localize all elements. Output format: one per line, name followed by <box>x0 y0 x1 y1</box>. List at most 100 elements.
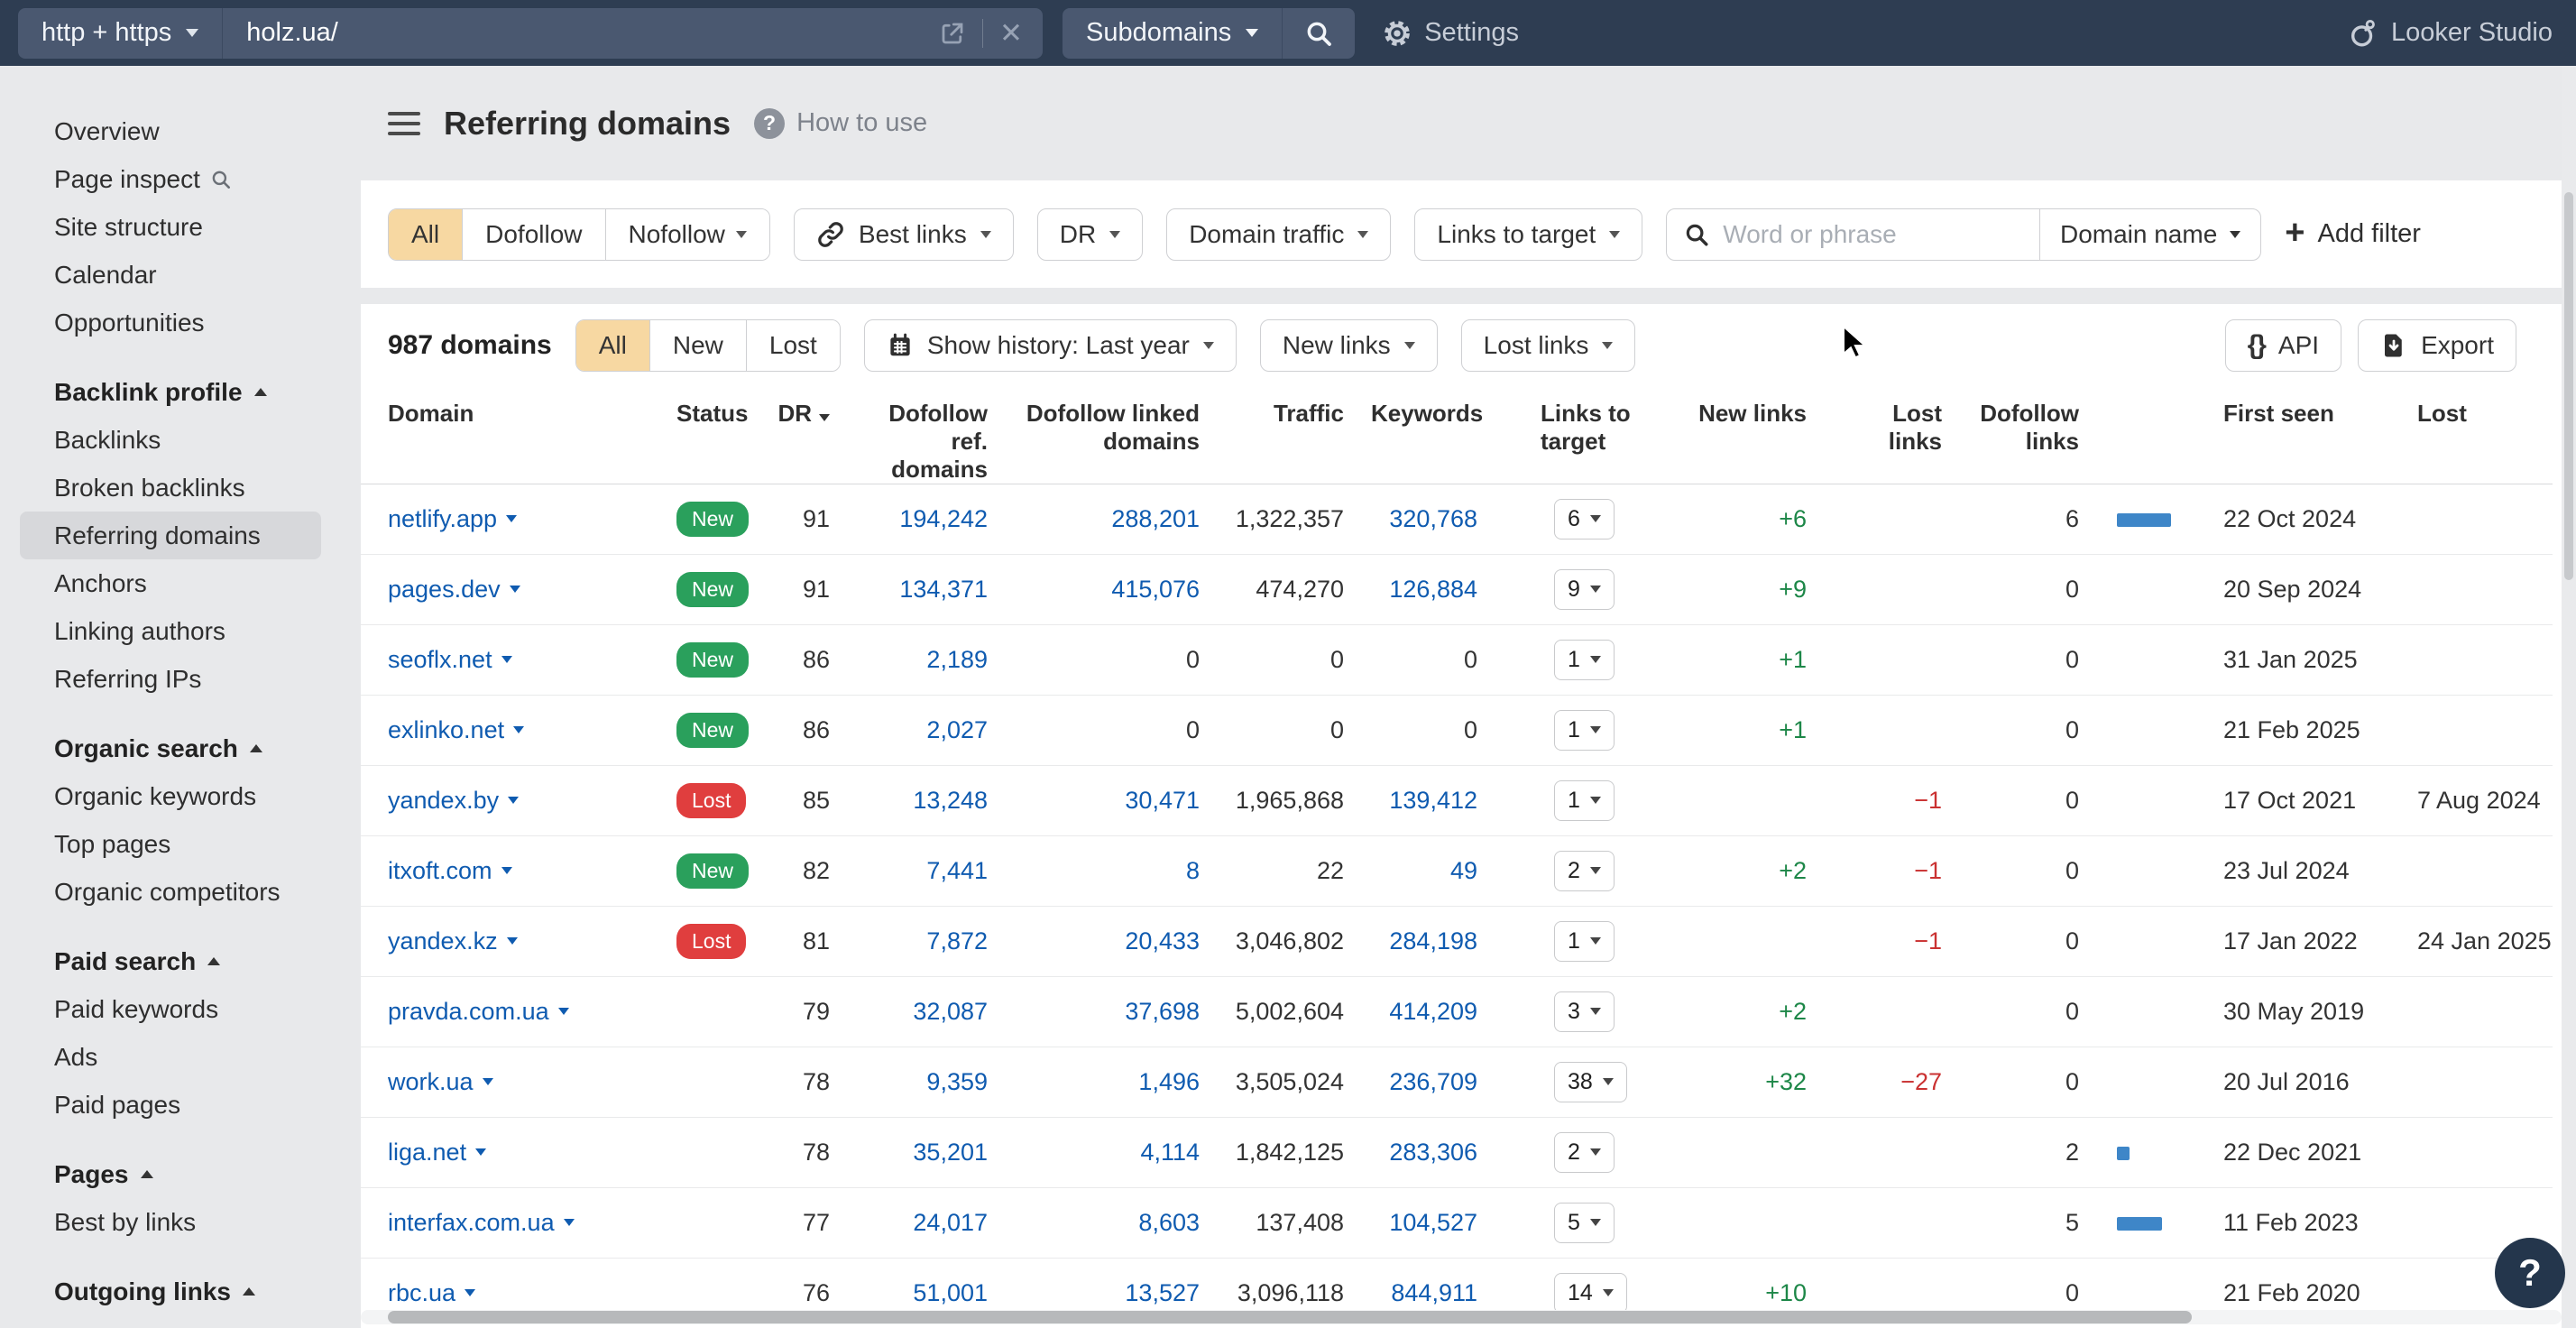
sidebar-item-ads[interactable]: Ads <box>0 1033 361 1081</box>
sidebar-item-page-inspect[interactable]: Page inspect <box>0 155 361 203</box>
sidebar-item-organic-competitors[interactable]: Organic competitors <box>0 868 361 916</box>
column-header-lostdate[interactable]: Lost <box>2399 383 2553 484</box>
links-to-target-select[interactable]: 5 <box>1554 1203 1615 1243</box>
dr-filter[interactable]: DR <box>1037 208 1143 261</box>
how-to-use-link[interactable]: ? How to use <box>754 108 927 139</box>
sidebar-item-linked-domains[interactable]: Linked domains <box>0 1315 361 1328</box>
domain-link[interactable]: yandex.kz <box>388 927 518 955</box>
dofollow-linked-domains-value[interactable]: 13,527 <box>1125 1279 1200 1306</box>
sidebar-item-referring-domains[interactable]: Referring domains <box>20 512 321 559</box>
dofollow-linked-domains-value[interactable]: 30,471 <box>1125 787 1200 814</box>
sidebar-section-pages[interactable]: Pages <box>0 1150 361 1198</box>
dofollow-linked-domains-value[interactable]: 1,496 <box>1138 1068 1200 1095</box>
show-history-dropdown[interactable]: Show history: Last year <box>864 319 1237 372</box>
looker-studio-link[interactable]: Looker Studio <box>2348 18 2553 49</box>
domain-link[interactable]: rbc.ua <box>388 1279 475 1307</box>
sidebar-item-paid-pages[interactable]: Paid pages <box>0 1081 361 1129</box>
status-all[interactable]: All <box>576 320 649 371</box>
dofollow-ref-domains-link[interactable]: 2,189 <box>926 646 988 673</box>
domain-link[interactable]: netlify.app <box>388 505 517 533</box>
domain-link[interactable]: pages.dev <box>388 576 520 604</box>
dofollow-linked-domains-value[interactable]: 415,076 <box>1111 576 1200 603</box>
keywords-value[interactable]: 284,198 <box>1389 927 1477 954</box>
column-header-traffic[interactable]: Traffic <box>1227 383 1371 484</box>
column-header-new[interactable]: New links <box>1689 383 1834 484</box>
links-to-target-select[interactable]: 9 <box>1554 569 1615 610</box>
api-button[interactable]: {}API <box>2225 319 2342 372</box>
column-header-ltt[interactable]: Links to target <box>1504 383 1689 484</box>
scope-dropdown[interactable]: Subdomains <box>1063 8 1283 59</box>
keywords-value[interactable]: 126,884 <box>1389 576 1477 603</box>
column-header-bar[interactable] <box>2106 383 2192 484</box>
keywords-value[interactable]: 283,306 <box>1389 1139 1477 1166</box>
links-to-target-select[interactable]: 2 <box>1554 851 1615 891</box>
links-to-target-select[interactable]: 2 <box>1554 1132 1615 1173</box>
sidebar-section-organic-search[interactable]: Organic search <box>0 724 361 772</box>
dofollow-linked-domains-value[interactable]: 8 <box>1186 857 1200 884</box>
sidebar-item-backlinks[interactable]: Backlinks <box>0 416 361 464</box>
best-links-filter[interactable]: Best links <box>794 208 1014 261</box>
sidebar-item-calendar[interactable]: Calendar <box>0 251 361 299</box>
column-header-lost[interactable]: Lost links <box>1834 383 1969 484</box>
dofollow-ref-domains-link[interactable]: 32,087 <box>913 998 988 1025</box>
domain-traffic-filter[interactable]: Domain traffic <box>1166 208 1391 261</box>
help-button[interactable]: ? <box>2495 1238 2565 1308</box>
links-to-target-select[interactable]: 1 <box>1554 640 1615 680</box>
links-to-target-select[interactable]: 1 <box>1554 921 1615 962</box>
horizontal-scrollbar-thumb[interactable] <box>388 1311 2192 1323</box>
search-submit-button[interactable] <box>1283 8 1355 59</box>
domain-link[interactable]: yandex.by <box>388 787 519 815</box>
external-link-icon[interactable] <box>939 20 966 47</box>
column-header-status[interactable]: Status <box>676 383 771 484</box>
dofollow-ref-domains-link[interactable]: 24,017 <box>913 1209 988 1236</box>
vertical-scrollbar-thumb[interactable] <box>2564 192 2573 580</box>
links-to-target-select[interactable]: 14 <box>1554 1273 1627 1314</box>
dofollow-ref-domains-link[interactable]: 51,001 <box>913 1279 988 1306</box>
links-to-target-filter[interactable]: Links to target <box>1414 208 1642 261</box>
dofollow-ref-domains-link[interactable]: 134,371 <box>899 576 988 603</box>
domain-link[interactable]: liga.net <box>388 1139 486 1167</box>
filter-all[interactable]: All <box>389 209 462 260</box>
dofollow-linked-domains-value[interactable]: 20,433 <box>1125 927 1200 954</box>
export-button[interactable]: Export <box>2358 319 2516 372</box>
keywords-value[interactable]: 139,412 <box>1389 787 1477 814</box>
column-header-ref[interactable]: Dofollow ref. domains <box>857 383 1015 484</box>
filter-dofollow[interactable]: Dofollow <box>462 209 604 260</box>
new-links-dropdown[interactable]: New links <box>1260 319 1438 372</box>
status-new[interactable]: New <box>649 320 746 371</box>
search-scope-dropdown[interactable]: Domain name <box>2039 209 2260 260</box>
column-header-linked[interactable]: Dofollow linked domains <box>1015 383 1227 484</box>
word-or-phrase-input[interactable] <box>1710 220 2039 249</box>
sidebar-item-broken-backlinks[interactable]: Broken backlinks <box>0 464 361 512</box>
sidebar-item-opportunities[interactable]: Opportunities <box>0 299 361 346</box>
vertical-scrollbar[interactable] <box>2562 66 2576 1328</box>
dofollow-ref-domains-link[interactable]: 194,242 <box>899 505 988 532</box>
keywords-value[interactable]: 49 <box>1450 857 1477 884</box>
add-filter-button[interactable]: + Add filter <box>2285 219 2421 250</box>
menu-icon[interactable] <box>388 112 420 135</box>
protocol-dropdown[interactable]: http + https <box>18 8 223 59</box>
lost-links-dropdown[interactable]: Lost links <box>1461 319 1636 372</box>
dofollow-ref-domains-link[interactable]: 35,201 <box>913 1139 988 1166</box>
sidebar-item-anchors[interactable]: Anchors <box>0 559 361 607</box>
dofollow-ref-domains-link[interactable]: 9,359 <box>926 1068 988 1095</box>
filter-nofollow[interactable]: Nofollow <box>605 209 769 260</box>
status-lost[interactable]: Lost <box>746 320 840 371</box>
domain-link[interactable]: work.ua <box>388 1068 493 1096</box>
sidebar-item-linking-authors[interactable]: Linking authors <box>0 607 361 655</box>
domain-link[interactable]: seoflx.net <box>388 646 512 674</box>
clear-target-icon[interactable]: ✕ <box>999 19 1023 47</box>
target-input[interactable]: holz.ua/ <box>223 18 939 48</box>
horizontal-scrollbar[interactable] <box>361 1310 2562 1324</box>
dofollow-ref-domains-link[interactable]: 7,872 <box>926 927 988 954</box>
sidebar-item-top-pages[interactable]: Top pages <box>0 820 361 868</box>
domain-link[interactable]: pravda.com.ua <box>388 998 569 1026</box>
sidebar-item-paid-keywords[interactable]: Paid keywords <box>0 985 361 1033</box>
keywords-value[interactable]: 104,527 <box>1389 1209 1477 1236</box>
sidebar-item-referring-ips[interactable]: Referring IPs <box>0 655 361 703</box>
sidebar-section-outgoing-links[interactable]: Outgoing links <box>0 1268 361 1315</box>
keywords-value[interactable]: 414,209 <box>1389 998 1477 1025</box>
dofollow-ref-domains-link[interactable]: 13,248 <box>913 787 988 814</box>
links-to-target-select[interactable]: 6 <box>1554 499 1615 540</box>
dofollow-ref-domains-link[interactable]: 2,027 <box>926 716 988 743</box>
